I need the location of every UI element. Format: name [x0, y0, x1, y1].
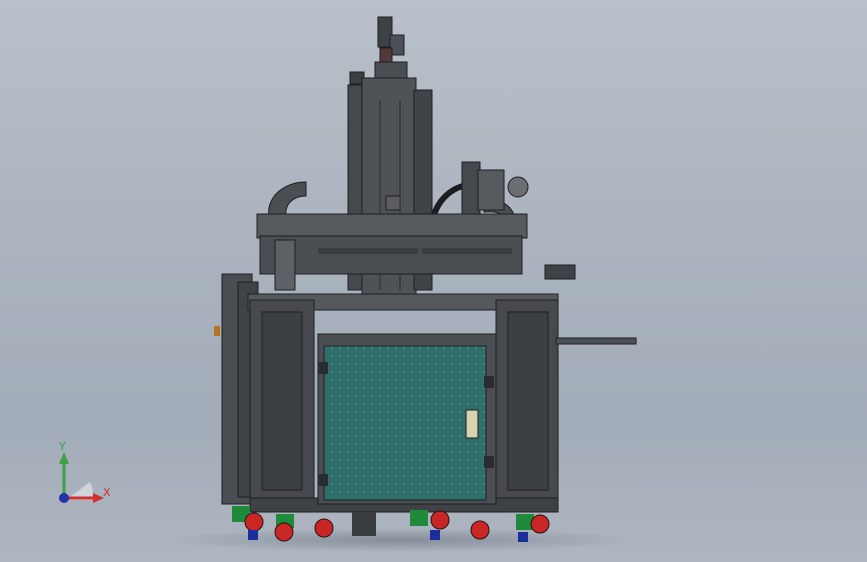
triad-arrows [59, 452, 104, 503]
triad-x-label: X [103, 486, 111, 499]
graphics-viewport[interactable]: Y X [0, 0, 867, 562]
ground-shadow [160, 528, 640, 552]
access-door[interactable] [317, 333, 497, 505]
machine-assembly-model[interactable] [0, 0, 867, 562]
side-rod [555, 337, 637, 345]
coordinate-triad: Y X [44, 440, 124, 510]
left-indicator [214, 326, 220, 336]
triad-y-label: Y [59, 440, 66, 453]
